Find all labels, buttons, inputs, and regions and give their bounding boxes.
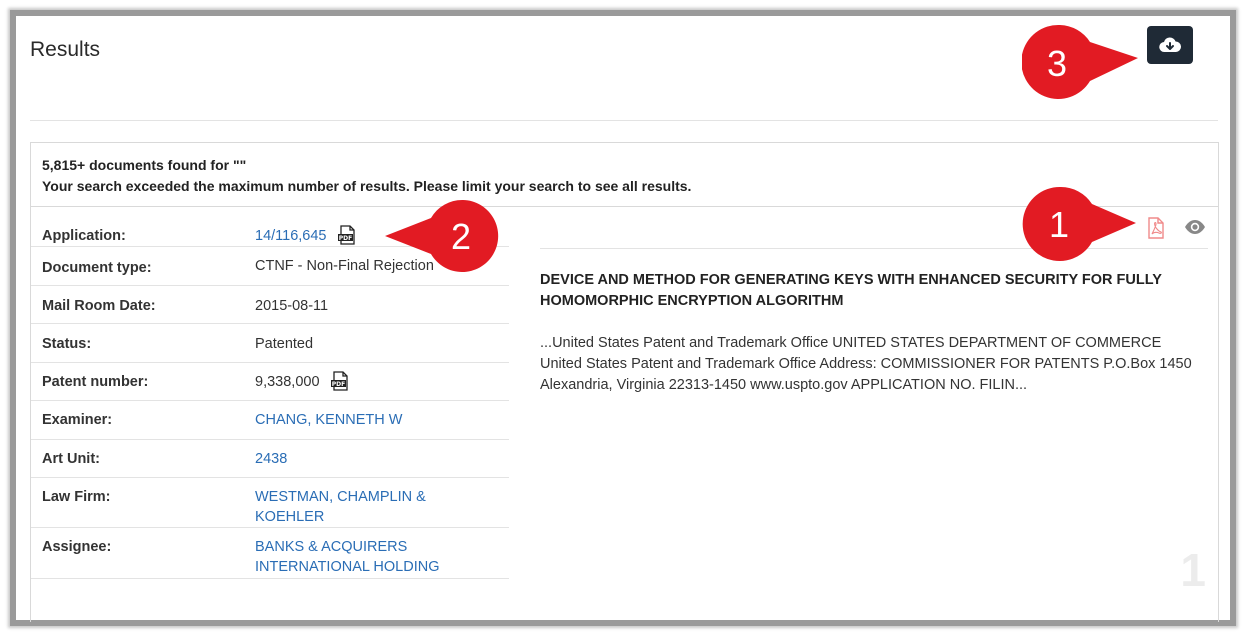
document-title: DEVICE AND METHOD FOR GENERATING KEYS WI… [540,272,1162,309]
meta-row-art-unit: Art Unit: 2438 [31,440,509,478]
callout-marker-1 [1022,186,1136,261]
callout-number: 1 [1049,204,1070,245]
meta-label: Application: [42,228,126,244]
application-number-link[interactable]: 14/116,645 [255,226,327,246]
cloud-download-icon [1159,37,1181,53]
meta-row-assignee: Assignee: BANKS & ACQUIRERS INTERNATIONA… [31,528,509,579]
meta-label: Art Unit: [42,451,100,467]
meta-row-examiner: Examiner: CHANG, KENNETH W [31,401,509,440]
callout-marker-3 [1022,24,1138,99]
meta-label: Document type: [42,260,152,276]
download-button[interactable] [1147,26,1193,64]
meta-label: Law Firm: [42,489,111,505]
results-count: 5,815+ documents found for "" [42,157,247,173]
pdf-icon[interactable]: PDF [337,225,357,251]
meta-row-mail-room-date: Mail Room Date: 2015-08-11 [31,286,509,324]
result-index: 1 [1180,544,1206,596]
meta-row-patent-number: Patent number: 9,338,000 PDF [31,363,509,401]
svg-text:PDF: PDF [331,381,344,388]
meta-value: 2015-08-11 [255,298,329,314]
header-divider [30,120,1218,121]
meta-label: Status: [42,336,92,352]
meta-label: Assignee: [42,539,112,555]
meta-row-status: Status: Patented [31,324,509,363]
meta-row-law-firm: Law Firm: WESTMAN, CHAMPLIN & KOEHLER [31,478,509,528]
callout-number: 3 [1047,43,1068,84]
meta-label: Mail Room Date: [42,298,156,314]
callout-number: 2 [451,216,472,257]
pdf-icon[interactable] [1146,217,1166,244]
svg-text:PDF: PDF [338,235,351,242]
patent-number: 9,338,000 [255,374,320,390]
art-unit-link[interactable]: 2438 [255,449,287,469]
eye-icon[interactable] [1184,219,1206,240]
meta-label: Examiner: [42,412,113,428]
page-title: Results [30,38,101,61]
document-snippet: ...United States Patent and Trademark Of… [540,335,1192,393]
meta-label: Patent number: [42,374,149,390]
examiner-link[interactable]: CHANG, KENNETH W [255,410,402,430]
pdf-icon[interactable]: PDF [330,371,350,397]
callout-marker-2 [385,199,499,272]
assignee-link[interactable]: BANKS & ACQUIRERS INTERNATIONAL HOLDING [255,537,465,577]
meta-value: Patented [255,336,314,352]
law-firm-link[interactable]: WESTMAN, CHAMPLIN & KOEHLER [255,487,445,527]
